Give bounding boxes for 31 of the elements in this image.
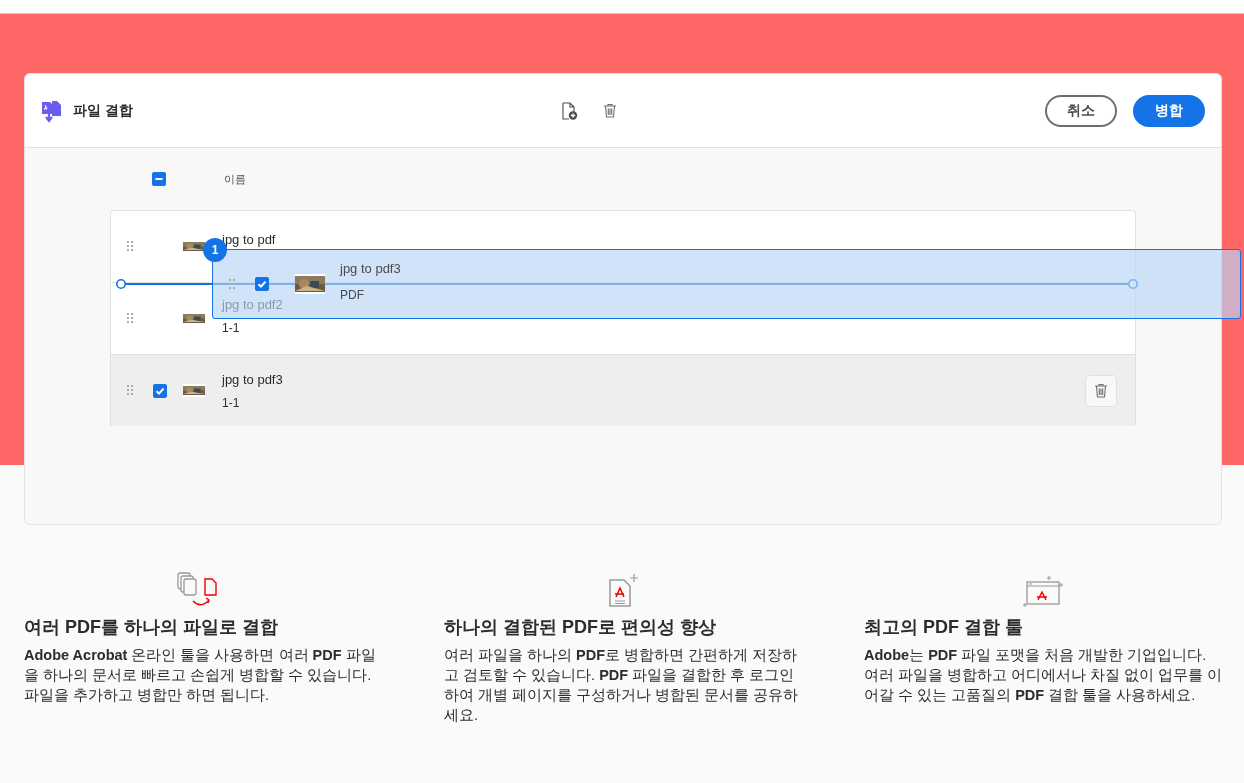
pdf-file-icon bbox=[607, 573, 641, 609]
checkbox[interactable] bbox=[153, 383, 167, 398]
drag-handle-icon bbox=[127, 313, 133, 324]
delete-icon[interactable] bbox=[602, 101, 618, 119]
drag-handle-icon bbox=[229, 278, 235, 290]
feature-text: 여러 파일을 하나의 PDF로 병합하면 간편하게 저장하고 검토할 수 있습니다. PDF 파일을 결합한 후 로그인하여 개별 페이지를 구성하거나 병합된 문서를 공유하세요. bbox=[444, 646, 800, 725]
drag-handle-icon bbox=[127, 385, 133, 396]
add-file-icon[interactable] bbox=[560, 101, 578, 120]
page-range: 1-1 bbox=[222, 395, 241, 410]
feature-title: 최고의 PDF 결합 툴 bbox=[864, 616, 1024, 639]
feature-title: 여러 PDF를 하나의 파일로 결합 bbox=[24, 616, 279, 639]
feature-text: Adobe는 PDF 파일 포맷을 처음 개발한 기업입니다. 여러 파일을 병합하고 어디에서나 차질 없이 업무를 이어갈 수 있는 고품질의 PDF 결합 툴을 사용하세요. bbox=[864, 646, 1224, 705]
file-row[interactable]: jpg to pdf3 1-1 bbox=[111, 355, 1135, 426]
file-name: jpg to pdf3 bbox=[340, 260, 402, 276]
delete-icon bbox=[1093, 382, 1109, 399]
combine-files-icon bbox=[40, 98, 64, 123]
page-range: 1-1 bbox=[222, 320, 241, 335]
checkbox[interactable] bbox=[255, 277, 269, 291]
file-name: jpg to pdf2 bbox=[222, 296, 284, 312]
drag-handle-icon bbox=[127, 241, 133, 252]
delete-button[interactable] bbox=[1085, 374, 1117, 407]
merge-button[interactable]: 병합 bbox=[1133, 94, 1205, 127]
file-type: PDF bbox=[340, 287, 365, 302]
feature-title: 하나의 결합된 PDF로 편의성 향상 bbox=[444, 616, 717, 639]
pdf-window-icon bbox=[1022, 575, 1066, 609]
panel-title: 파일 결합 bbox=[73, 101, 133, 120]
checkbox[interactable] bbox=[152, 172, 166, 186]
cancel-button[interactable]: 취소 bbox=[1045, 94, 1117, 127]
feature-text: Adobe Acrobat 온라인 툴을 사용하면 여러 PDF 파일을 하나의 문서로 빠르고 손쉽게 병합할 수 있습니다. 파일을 추가하고 병합만 하면 됩니다. bbox=[24, 646, 377, 705]
file-name: jpg to pdf3 bbox=[222, 371, 284, 387]
column-heading: 이름 bbox=[224, 171, 246, 187]
